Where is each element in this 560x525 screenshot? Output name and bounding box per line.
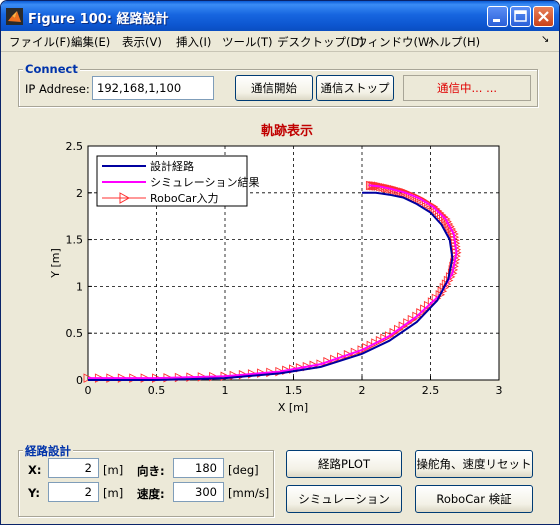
ip-address-label: IP Addrese: bbox=[25, 82, 90, 96]
y-tick-label: 1 bbox=[76, 280, 83, 293]
speed-input[interactable]: 300 bbox=[173, 482, 224, 502]
chart-legend: 設計経路 シミュレーション結果 RoboCar入力 bbox=[96, 155, 260, 207]
x-tick-label: 0.5 bbox=[148, 384, 166, 397]
heading-unit: [deg] bbox=[228, 463, 259, 477]
title-bar[interactable]: Figure 100: 経路設計 bbox=[1, 1, 559, 31]
close-button[interactable] bbox=[533, 6, 554, 27]
menu-help[interactable]: ヘルプ(H) bbox=[428, 34, 480, 50]
trajectory-chart: 軌跡表示 0 0.5 1 1.5 2 2.5 3 0 0.5 1 1.5 2 2.5 X [m] Y [… bbox=[49, 123, 503, 413]
x-tick-label: 1 bbox=[222, 384, 229, 397]
stop-communication-button[interactable]: 通信ストップ bbox=[316, 75, 394, 101]
menu-separator bbox=[1, 51, 559, 52]
connect-panel-title: Connect bbox=[23, 62, 80, 76]
simulation-button[interactable]: シミュレーション bbox=[286, 485, 402, 513]
speed-unit: [mm/s] bbox=[228, 486, 270, 500]
y-unit: [m] bbox=[103, 486, 124, 500]
y-tick-label: 2.5 bbox=[66, 140, 84, 153]
communication-status: 通信中... ... bbox=[403, 75, 531, 101]
y-tick-label: 0.5 bbox=[66, 327, 84, 340]
minimize-button[interactable] bbox=[487, 6, 508, 27]
y-tick-label: 2 bbox=[76, 187, 83, 200]
menu-insert[interactable]: 挿入(I) bbox=[176, 34, 211, 50]
legend-label-design: 設計経路 bbox=[150, 159, 194, 173]
start-communication-button[interactable]: 通信開始 bbox=[235, 75, 313, 101]
window-title: Figure 100: 経路設計 bbox=[28, 12, 169, 27]
legend-label-robocar: RoboCar入力 bbox=[150, 192, 219, 205]
maximize-button[interactable] bbox=[510, 6, 531, 27]
close-icon bbox=[538, 11, 549, 22]
x-unit: [m] bbox=[103, 463, 124, 477]
chart-title: 軌跡表示 bbox=[261, 123, 313, 139]
menu-view[interactable]: 表示(V) bbox=[122, 34, 162, 50]
heading-input[interactable]: 180 bbox=[173, 458, 224, 478]
menu-window[interactable]: ウィンドウ(W) bbox=[356, 34, 434, 50]
matlab-icon bbox=[6, 8, 23, 25]
path-design-panel-title: 経路設計 bbox=[23, 443, 73, 459]
y-input[interactable]: 2 bbox=[48, 482, 99, 502]
menu-file[interactable]: ファイル(F) bbox=[9, 34, 71, 50]
legend-label-simulation: シミュレーション結果 bbox=[150, 175, 260, 189]
speed-label: 速度: bbox=[137, 487, 165, 501]
robocar-verify-button[interactable]: RoboCar 検証 bbox=[415, 485, 533, 513]
y-label: Y: bbox=[28, 486, 40, 500]
figure-window: Figure 100: 経路設計 ファイル(F) 編集(E) 表示(V) 挿入(… bbox=[0, 0, 560, 525]
heading-label: 向き: bbox=[137, 464, 165, 478]
x-tick-label: 3 bbox=[496, 384, 503, 397]
y-axis-label: Y [m] bbox=[49, 248, 62, 279]
ip-address-input[interactable]: 192,168,1,100 bbox=[92, 76, 214, 100]
path-plot-button[interactable]: 経路PLOT bbox=[286, 450, 402, 478]
y-tick-label: 1.5 bbox=[66, 234, 84, 247]
menu-tools[interactable]: ツール(T) bbox=[222, 34, 273, 50]
x-label: X: bbox=[28, 463, 42, 477]
menu-bar: ファイル(F) 編集(E) 表示(V) 挿入(I) ツール(T) デスクトップ(… bbox=[1, 31, 559, 51]
x-tick-label: 2.5 bbox=[422, 384, 440, 397]
y-tick-label: 0 bbox=[76, 374, 83, 387]
menu-edit[interactable]: 編集(E) bbox=[71, 34, 110, 50]
x-tick-label: 0 bbox=[85, 384, 92, 397]
x-input[interactable]: 2 bbox=[48, 458, 99, 478]
x-tick-label: 1.5 bbox=[285, 384, 303, 397]
menu-desktop[interactable]: デスクトップ(D) bbox=[277, 34, 364, 50]
reset-steering-speed-button[interactable]: 操舵角、速度リセット bbox=[415, 450, 533, 478]
x-tick-label: 2 bbox=[359, 384, 366, 397]
dock-arrow-icon[interactable]: ↘ bbox=[541, 34, 549, 45]
minimize-icon bbox=[493, 19, 500, 22]
maximize-icon bbox=[514, 10, 527, 22]
x-axis-label: X [m] bbox=[278, 401, 308, 413]
